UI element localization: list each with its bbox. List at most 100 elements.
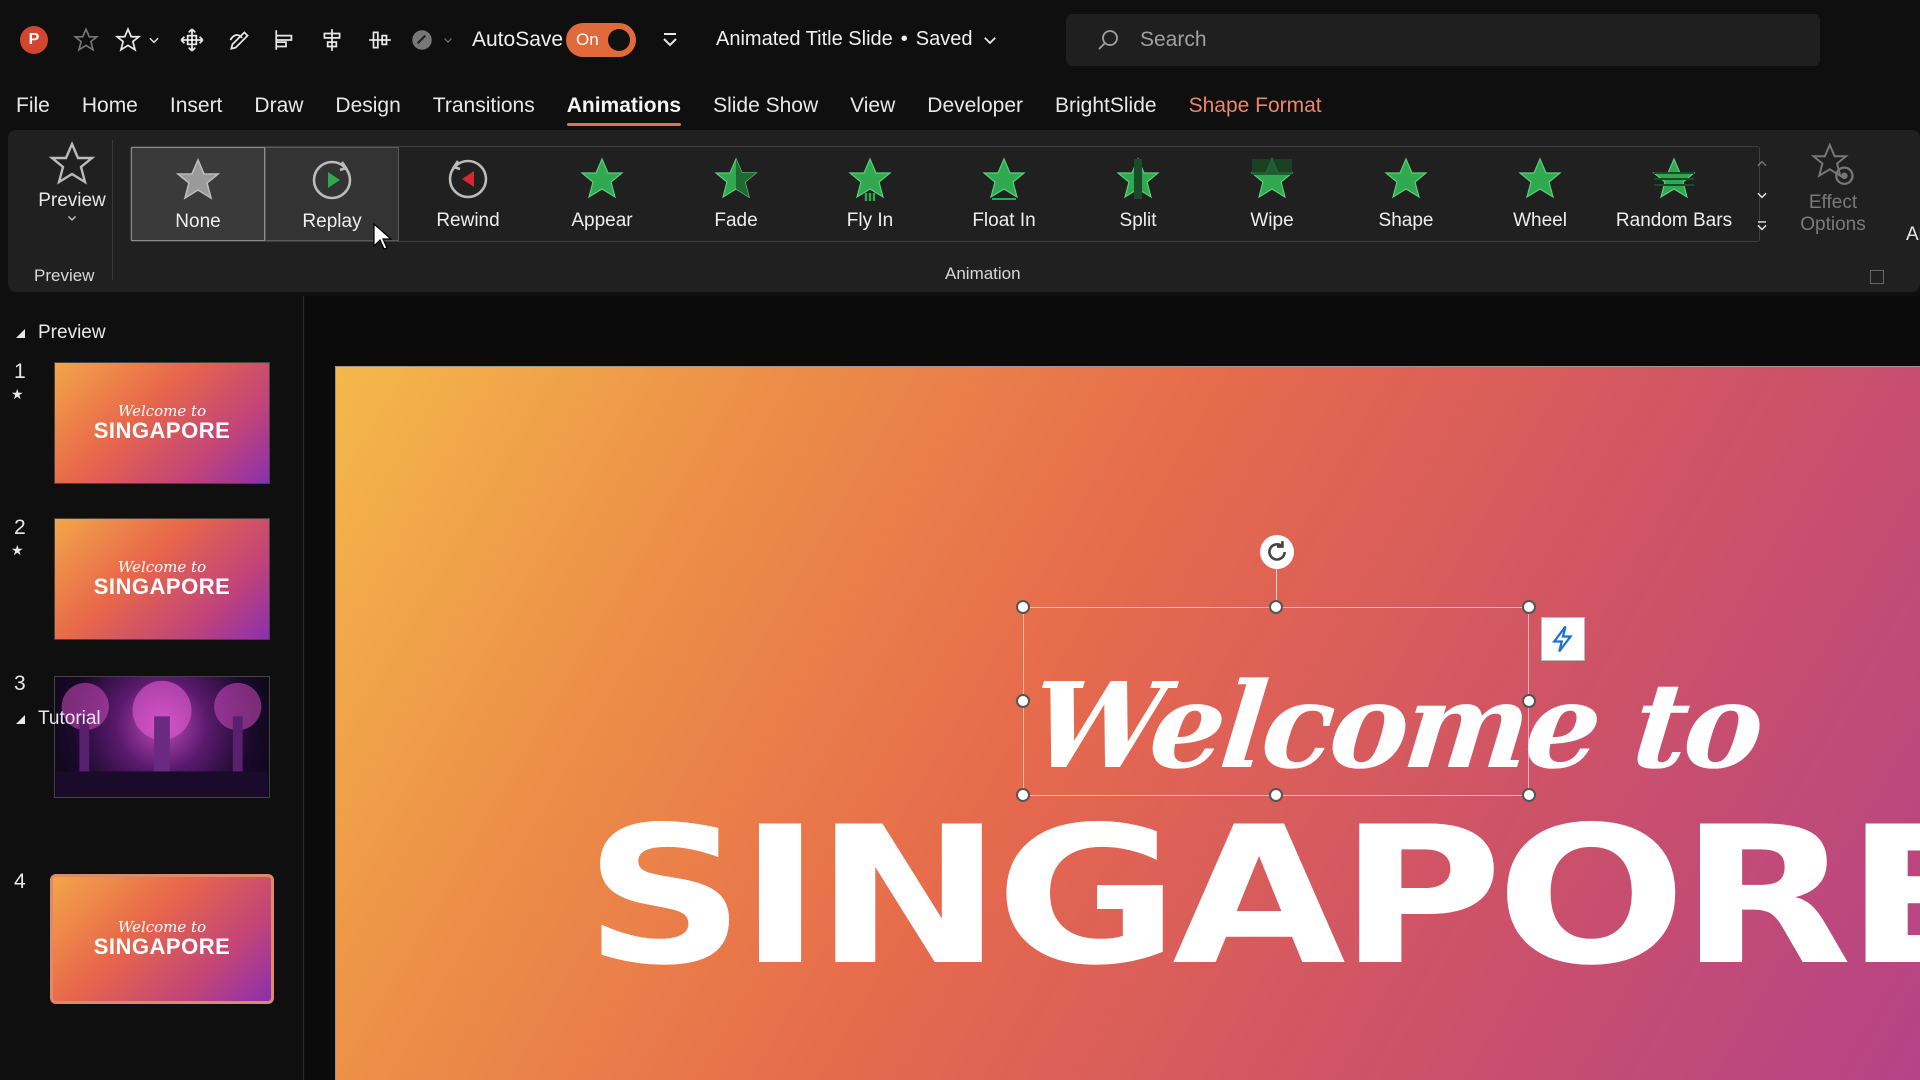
thumb-script-text: Welcome to: [117, 918, 207, 936]
tab-brightslide[interactable]: BrightSlide: [1039, 86, 1173, 126]
tab-view[interactable]: View: [834, 86, 911, 126]
animation-appear-button[interactable]: Appear: [535, 147, 669, 241]
resize-handle-se[interactable]: [1522, 788, 1536, 802]
tab-insert[interactable]: Insert: [154, 86, 239, 126]
align-left-icon[interactable]: [270, 24, 302, 56]
animation-random-bars-button[interactable]: Random Bars: [1607, 147, 1741, 241]
thumb-script-text: Welcome to: [117, 402, 207, 420]
ribbon-tabs: File Home Insert Draw Design Transitions Anima…: [0, 86, 1338, 126]
collapse-triangle-icon: [16, 715, 25, 724]
slide-number: 2: [14, 516, 26, 539]
tab-slide-show[interactable]: Slide Show: [697, 86, 834, 126]
distribute-icon[interactable]: [364, 24, 396, 56]
animation-split-button[interactable]: Split: [1071, 147, 1205, 241]
animation-float-in-button[interactable]: Float In: [937, 147, 1071, 241]
random-bars-star-icon: [1650, 155, 1698, 208]
star-outline-icon[interactable]: [70, 24, 102, 56]
move-icon[interactable]: [176, 24, 208, 56]
resize-handle-sw[interactable]: [1016, 788, 1030, 802]
autosave-toggle[interactable]: On: [566, 23, 636, 57]
wipe-star-icon: [1248, 155, 1296, 208]
resize-handle-ne[interactable]: [1522, 600, 1536, 614]
animation-label: Fly In: [846, 210, 894, 231]
toggle-knob: [608, 29, 630, 51]
singapore-title-text[interactable]: SINGAPORE: [584, 802, 1920, 992]
align-center-icon[interactable]: [316, 24, 348, 56]
animation-indicator-icon: ★: [11, 542, 24, 558]
section-tutorial[interactable]: Tutorial: [14, 708, 101, 730]
animation-wheel-button[interactable]: Wheel: [1473, 147, 1607, 241]
slide-thumbnail[interactable]: Welcome to SINGAPORE: [54, 362, 270, 484]
animation-fly-in-button[interactable]: Fly In: [803, 147, 937, 241]
gallery-more-icon[interactable]: [1755, 219, 1769, 233]
preview-group-label: Preview: [34, 266, 95, 285]
resize-handle-w[interactable]: [1016, 694, 1030, 708]
replay-icon: [308, 156, 356, 209]
resize-handle-nw[interactable]: [1016, 600, 1030, 614]
doc-status: Saved: [915, 28, 973, 50]
animation-star-icon[interactable]: [112, 24, 144, 56]
animation-label: Wipe: [1250, 210, 1294, 231]
animation-label: Wheel: [1513, 210, 1567, 231]
wheel-star-icon: [1516, 155, 1564, 208]
slide-thumbnail-panel: Preview 1 ★ Welcome to SINGAPORE 2 ★ Wel…: [0, 296, 304, 1080]
autosave-state: On: [576, 30, 599, 49]
resize-handle-e[interactable]: [1522, 694, 1536, 708]
chevron-down-icon[interactable]: [144, 24, 164, 56]
appear-star-icon: [578, 155, 626, 208]
animation-shape-button[interactable]: Shape: [1339, 147, 1473, 241]
split-star-icon: [1114, 155, 1162, 208]
animation-wipe-button[interactable]: Wipe: [1205, 147, 1339, 241]
thumb-title-text: SINGAPORE: [93, 934, 231, 959]
preview-button[interactable]: Preview: [26, 140, 118, 252]
animation-label: Rewind: [436, 210, 500, 231]
search-placeholder: Search: [1140, 28, 1207, 51]
fade-star-icon: [712, 155, 760, 208]
truncated-ribbon-item[interactable]: Ar: [1906, 224, 1920, 246]
tab-developer[interactable]: Developer: [911, 86, 1039, 126]
document-title[interactable]: Animated Title Slide • Saved: [716, 28, 999, 51]
draw-icon[interactable]: [224, 24, 256, 56]
animation-fade-button[interactable]: Fade: [669, 147, 803, 241]
shape-fill-icon[interactable]: [406, 24, 438, 56]
doc-name: Animated Title Slide: [716, 28, 893, 50]
powerpoint-logo-icon: P: [20, 26, 48, 54]
tab-file[interactable]: File: [0, 86, 66, 126]
search-input[interactable]: Search: [1066, 14, 1820, 66]
animation-none-button[interactable]: None: [131, 147, 265, 241]
tab-animations[interactable]: Animations: [551, 86, 697, 126]
effect-options-button[interactable]: Effect Options: [1778, 140, 1888, 250]
chevron-down-icon: [68, 216, 76, 221]
slide-thumbnail-photo[interactable]: [54, 676, 270, 798]
selection-frame: [1023, 607, 1529, 796]
slide-thumbnail-selected[interactable]: Welcome to SINGAPORE: [50, 874, 274, 1004]
shape-star-icon: [1382, 155, 1430, 208]
animation-label: Float In: [972, 210, 1036, 231]
dialog-launcher-icon[interactable]: [1870, 270, 1884, 284]
animation-rewind-button[interactable]: Rewind: [401, 147, 535, 241]
slide-thumbnail[interactable]: Welcome to SINGAPORE: [54, 518, 270, 640]
rotate-handle-icon[interactable]: [1260, 535, 1294, 569]
tab-draw[interactable]: Draw: [238, 86, 319, 126]
tab-home[interactable]: Home: [66, 86, 154, 126]
tab-design[interactable]: Design: [319, 86, 416, 126]
customize-qat-icon[interactable]: [660, 28, 680, 52]
thumb-script-text: Welcome to: [117, 558, 207, 576]
tab-shape-format[interactable]: Shape Format: [1173, 86, 1338, 126]
animation-label: Appear: [571, 210, 633, 231]
search-icon: [1098, 30, 1118, 50]
scroll-up-icon[interactable]: [1755, 157, 1769, 171]
scroll-down-icon[interactable]: [1755, 188, 1769, 202]
tab-transitions[interactable]: Transitions: [417, 86, 551, 126]
animation-group-label: Animation: [945, 264, 1021, 283]
resize-handle-n[interactable]: [1269, 600, 1283, 614]
gallery-scrollbar[interactable]: [1752, 148, 1772, 242]
chevron-down-icon[interactable]: [438, 24, 458, 56]
slide-number: 4: [14, 870, 26, 893]
resize-handle-s[interactable]: [1269, 788, 1283, 802]
designer-lightning-icon[interactable]: [1541, 617, 1585, 661]
rewind-icon: [444, 155, 492, 208]
section-preview[interactable]: Preview: [14, 322, 106, 344]
section-title: Preview: [38, 322, 106, 343]
mouse-cursor-icon: [373, 222, 392, 250]
